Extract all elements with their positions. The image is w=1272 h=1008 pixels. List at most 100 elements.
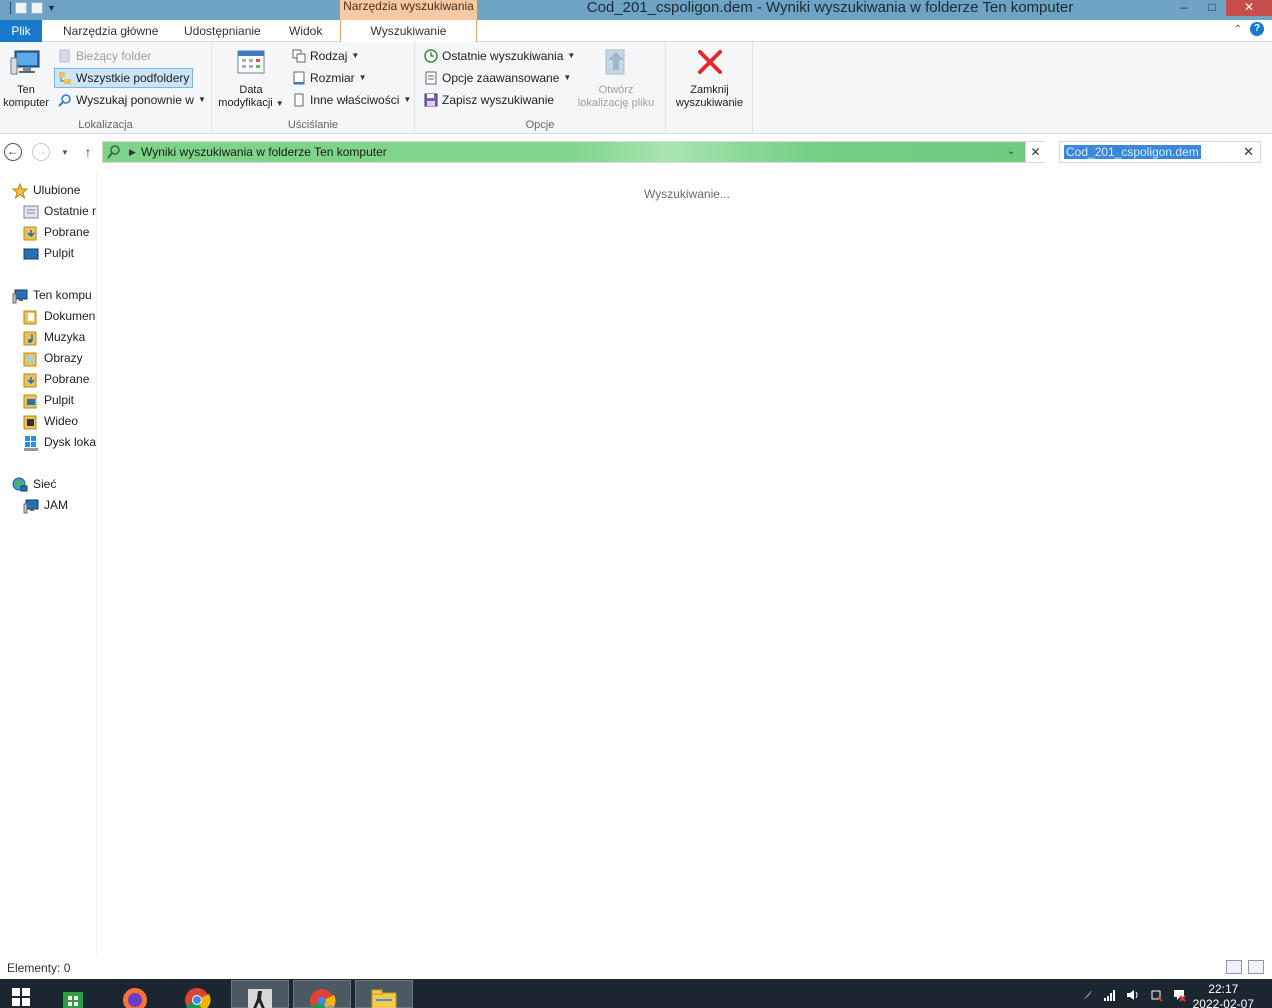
this-pc-button[interactable]: Ten komputer — [0, 46, 52, 110]
size-button[interactable]: Rozmiar ▼ — [289, 68, 370, 88]
group-location: Ten komputer Bieżący folder Wszystkie po… — [0, 42, 212, 134]
close-search-icon — [697, 50, 722, 74]
desktop-icon — [23, 248, 39, 259]
music-folder-icon — [23, 331, 37, 345]
clear-search-icon[interactable]: ✕ — [1243, 142, 1254, 162]
nav-desktop[interactable]: Pulpit — [23, 390, 74, 411]
recent-searches-button[interactable]: Ostatnie wyszukiwania ▼ — [421, 46, 578, 66]
date-modified-label-2: modyfikacji ▼ — [216, 97, 286, 110]
group-refine-label: Uściślanie — [287, 119, 339, 131]
other-properties-label: Inne właściwości — [310, 93, 400, 107]
date-modified-label-2-text: modyfikacji — [218, 97, 273, 109]
nav-music[interactable]: Muzyka — [23, 327, 85, 348]
searching-message: Wyszukiwanie... — [644, 187, 730, 201]
ribbon-expand-icon[interactable]: ⌃ — [1234, 24, 1242, 35]
all-subfolders-button[interactable]: Wszystkie podfoldery — [54, 68, 194, 88]
windows-logo-icon — [12, 988, 30, 1006]
up-arrow-icon[interactable]: ↑ — [77, 141, 99, 163]
kind-button[interactable]: Rodzaj ▼ — [289, 46, 362, 66]
toolbar-separator — [10, 2, 11, 14]
this-pc-label-1: Ten — [17, 84, 35, 96]
save-search-button[interactable]: Zapisz wyszukiwanie — [421, 90, 557, 110]
action-center-icon[interactable] — [1172, 988, 1186, 1002]
properties-doc-icon — [294, 93, 304, 107]
tab-search[interactable]: Wyszukiwanie — [340, 20, 477, 43]
recent-locations-icon[interactable]: ▼ — [55, 141, 75, 163]
start-button[interactable] — [0, 980, 42, 1008]
date-modified-label-1: Data — [239, 84, 263, 96]
nav-local-disk-label: Dysk loka — [44, 435, 97, 449]
dropdown-caret-icon: ▼ — [351, 51, 360, 60]
minimize-button[interactable]: – — [1170, 0, 1198, 16]
breadcrumb-separator-icon[interactable]: ▶ — [129, 142, 136, 162]
desktop-folder-icon — [23, 394, 37, 408]
nav-this-pc[interactable]: Ten kompu — [12, 285, 92, 306]
nav-network[interactable]: Sieć — [12, 474, 56, 495]
clock[interactable]: 22:17 2022-02-07 — [1193, 982, 1254, 1008]
ribbon-tabs: Plik Narzędzia główne Udostępnianie Wido… — [0, 20, 1272, 43]
clock-time: 22:17 — [1208, 982, 1239, 996]
signal-icon[interactable] — [1103, 988, 1117, 1002]
tab-view[interactable]: Widok — [289, 20, 322, 42]
nav-downloads-favorite[interactable]: Pobrane — [23, 222, 89, 243]
tab-file[interactable]: Plik — [0, 20, 42, 42]
nav-downloads[interactable]: Pobrane — [23, 369, 89, 390]
context-tab-header: Narzędzia wyszukiwania — [340, 0, 477, 20]
nav-documents[interactable]: Dokumen — [23, 306, 95, 327]
recent-searches-label: Ostatnie wyszukiwania — [442, 49, 564, 63]
nav-favorites[interactable]: Ulubione — [12, 180, 80, 201]
tab-share[interactable]: Udostępnianie — [184, 20, 261, 42]
nav-videos[interactable]: Wideo — [23, 411, 78, 432]
taskbar-firefox[interactable] — [106, 980, 164, 1008]
nav-this-pc-label: Ten kompu — [33, 288, 92, 302]
new-folder-icon[interactable] — [31, 2, 43, 14]
search-again-button[interactable]: Wyszukaj ponownie w ▼ — [55, 90, 209, 110]
taskbar-chrome-profile[interactable] — [293, 980, 351, 1008]
details-view-icon[interactable] — [1226, 960, 1242, 974]
firefox-icon — [123, 988, 147, 1008]
group-options: Ostatnie wyszukiwania ▼ Opcje zaawansowa… — [415, 42, 666, 134]
nav-desktop-favorite[interactable]: Pulpit — [23, 243, 74, 264]
feather-icon[interactable] — [1080, 988, 1094, 1002]
customize-toolbar-icon[interactable]: ▼ — [47, 3, 56, 13]
videos-folder-icon — [23, 415, 37, 429]
tab-home[interactable]: Narzędzia główne — [63, 20, 158, 42]
power-icon[interactable] — [1149, 988, 1163, 1002]
current-folder-button[interactable]: Bieżący folder — [55, 46, 154, 66]
address-dropdown-icon[interactable]: ⌄ — [1007, 142, 1015, 162]
search-input[interactable]: Cod_201_cspoligon.dem ✕ — [1059, 141, 1261, 163]
taskbar-store[interactable] — [44, 980, 102, 1008]
nav-downloads-fav-label: Pobrane — [44, 225, 90, 239]
volume-icon[interactable] — [1126, 988, 1140, 1002]
current-folder-label: Bieżący folder — [76, 49, 152, 63]
address-bar[interactable]: ▶ Wyniki wyszukiwania w folderze Ten kom… — [102, 141, 1045, 163]
taskbar-file-explorer[interactable] — [355, 980, 413, 1008]
nav-favorites-label: Ulubione — [33, 183, 81, 197]
nav-recent-places[interactable]: Ostatnie r — [23, 201, 96, 222]
folder-icon — [59, 49, 70, 63]
back-button[interactable]: ← — [2, 141, 24, 163]
close-window-button[interactable]: ✕ — [1226, 0, 1272, 16]
forward-button[interactable]: → — [30, 141, 52, 163]
properties-icon[interactable] — [15, 2, 27, 14]
advanced-options-button[interactable]: Opcje zaawansowane ▼ — [421, 68, 574, 88]
taskbar-counter-strike[interactable] — [231, 980, 289, 1008]
open-file-location-button[interactable]: Otwórz lokalizację pliku — [570, 46, 662, 110]
nav-network-pc[interactable]: JAM — [23, 495, 68, 516]
nav-music-label: Muzyka — [44, 330, 86, 344]
close-search-button[interactable]: Zamknij wyszukiwanie — [668, 46, 751, 110]
help-icon[interactable]: ? — [1250, 22, 1264, 36]
taskbar-chrome[interactable] — [168, 980, 226, 1008]
stop-search-button[interactable]: ✕ — [1025, 142, 1045, 162]
date-modified-button[interactable]: Data modyfikacji ▼ — [216, 46, 286, 110]
kind-icon — [292, 49, 306, 63]
other-properties-button[interactable]: Inne właściwości ▼ — [289, 90, 414, 110]
documents-folder-icon — [23, 310, 37, 324]
advanced-options-icon — [425, 71, 437, 85]
store-icon — [63, 992, 83, 1008]
file-explorer-icon — [371, 989, 397, 1008]
nav-pictures[interactable]: Obrazy — [23, 348, 83, 369]
maximize-button[interactable]: □ — [1198, 0, 1226, 16]
large-icons-view-icon[interactable] — [1248, 960, 1264, 974]
nav-local-disk[interactable]: Dysk loka — [23, 432, 96, 453]
